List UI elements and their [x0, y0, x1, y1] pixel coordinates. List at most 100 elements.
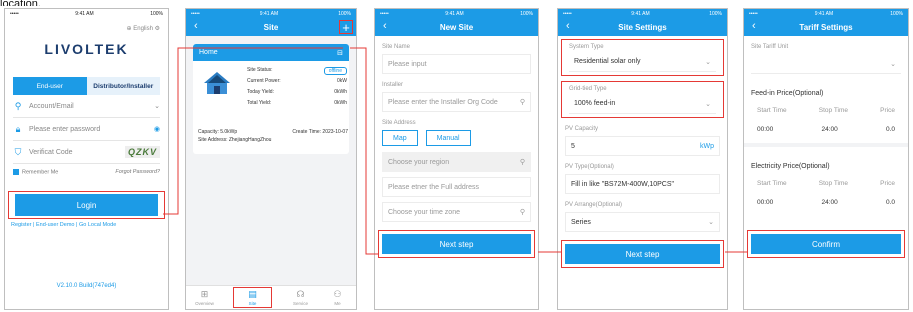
selected-value: Residential solar only: [574, 58, 641, 65]
col-start: Start Time: [757, 107, 787, 114]
password-field[interactable]: 🔒︎ Please enter password ◉: [13, 118, 160, 141]
site-settings-nav-bar: ‹ Site Settings: [558, 19, 727, 36]
message-icon[interactable]: ⊟: [337, 49, 343, 57]
search-icon[interactable]: ⚲: [520, 158, 525, 166]
status-time: 9:41 AM: [259, 11, 279, 17]
status-badge: offline: [323, 67, 347, 75]
address-mode-buttons: Map Manual: [382, 130, 531, 146]
pv-type-input[interactable]: Fill in like "BS72M-400W,10PCS": [565, 174, 720, 194]
region-input[interactable]: Choose your region ⚲: [382, 152, 531, 172]
back-icon[interactable]: ‹: [383, 20, 387, 32]
account-field[interactable]: ⚲ Account/Email ⌄: [13, 95, 160, 118]
tab-service[interactable]: ☊ Service: [282, 286, 319, 309]
site-card-body: Site Status: offline Current Power: 0kW To…: [193, 61, 349, 154]
login-button[interactable]: Login: [15, 194, 158, 217]
status-bar: ••••• 9:41 AM 100%: [375, 9, 538, 19]
col-price: Price: [880, 107, 895, 114]
chevron-down-icon[interactable]: ⌄: [705, 58, 711, 66]
create-time-text: Create Time: 2023-10-07: [292, 129, 348, 135]
col-start: Start Time: [757, 180, 787, 187]
remember-me-checkbox[interactable]: Remember Me: [13, 169, 58, 175]
tab-overview[interactable]: ⊞ Overview: [186, 286, 223, 309]
search-icon[interactable]: ⚲: [520, 98, 525, 106]
feed-in-title: Feed-in Price(Optional): [751, 90, 824, 97]
col-price: Price: [880, 180, 895, 187]
user-icon: ⚲: [14, 100, 22, 111]
start-time[interactable]: 00:00: [757, 126, 773, 133]
bottom-tab-bar: ⊞ Overview ▤ Site ☊ Service ⚇ Me: [186, 285, 356, 309]
today-value: 0kWh: [334, 89, 347, 95]
total-row: Total Yield: 0kWh: [247, 100, 347, 106]
captcha-field[interactable]: ⛉ Verificat Code QZKV: [13, 141, 160, 164]
page-title: New Site: [439, 23, 474, 32]
back-icon[interactable]: ‹: [566, 20, 570, 32]
start-time[interactable]: 00:00: [757, 199, 773, 206]
battery-icon: 100%: [709, 11, 722, 17]
installer-input[interactable]: Please enter the Installer Org Code ⚲: [382, 92, 531, 112]
system-type-label: System Type: [569, 44, 604, 50]
next-step-button[interactable]: Next step: [565, 244, 720, 264]
col-stop: Stop Time: [818, 107, 849, 114]
login-highlight-box: Login: [8, 191, 165, 220]
placeholder: Fill in like "BS72M-400W,10PCS": [571, 180, 675, 188]
timezone-input[interactable]: Choose your time zone ⚲: [382, 202, 531, 222]
eye-icon[interactable]: ◉: [154, 125, 160, 133]
language-selector[interactable]: ⊕ English ⚙: [5, 19, 168, 32]
map-button[interactable]: Map: [382, 130, 418, 146]
manual-button[interactable]: Manual: [425, 130, 471, 146]
language-label: English: [133, 26, 153, 32]
captcha-image[interactable]: QZKV: [124, 146, 160, 158]
col-stop: Stop Time: [818, 180, 849, 187]
tariff-nav-bar: ‹ Tariff Settings: [744, 19, 908, 36]
signal-icon: •••••: [749, 11, 758, 17]
feed-in-header: Start Time Stop Time Price: [751, 107, 901, 114]
site-name-label: Site Name: [382, 44, 411, 50]
feed-in-row[interactable]: 00:00 24:00 0.0: [751, 126, 901, 133]
placeholder: Choose your region: [388, 158, 450, 166]
tab-label: Service: [292, 301, 308, 306]
chevron-down-icon[interactable]: ⌄: [705, 100, 711, 108]
new-site-screen: ••••• 9:41 AM 100% ‹ New Site Site Name …: [374, 8, 539, 310]
pv-capacity-input[interactable]: 5 kWp: [565, 136, 720, 156]
system-type-select[interactable]: Residential solar only ⌄: [569, 52, 716, 72]
placeholder: Please etner the Full address: [388, 183, 480, 191]
site-card[interactable]: Home ⊟ Site Status: offline Current Power…: [193, 44, 349, 154]
power-value: 0kW: [337, 78, 347, 84]
site-name-input[interactable]: Please input: [382, 54, 531, 74]
full-address-input[interactable]: Please etner the Full address: [382, 177, 531, 197]
tariff-unit-label: Site Tariff Unit: [751, 44, 789, 50]
tab-site[interactable]: ▤ Site: [233, 287, 272, 308]
tab-distributor[interactable]: Distributor/Installer: [86, 77, 160, 95]
electricity-row[interactable]: 00:00 24:00 0.0: [751, 199, 901, 206]
price-value[interactable]: 0.0: [886, 126, 895, 133]
footer-links[interactable]: Register | End-user Demo | Go Local Mode: [11, 222, 162, 228]
status-time: 9:41 AM: [445, 11, 464, 17]
chevron-down-icon[interactable]: ⌄: [890, 60, 896, 68]
back-icon[interactable]: ‹: [752, 20, 756, 32]
forgot-password-link[interactable]: Forgot Password?: [115, 169, 160, 175]
tab-end-user[interactable]: End-user: [13, 77, 87, 95]
grid-icon: ⊞: [200, 289, 209, 299]
add-site-button[interactable]: +: [339, 20, 353, 34]
grid-type-select[interactable]: 100% feed-in ⌄: [569, 94, 716, 114]
capacity-text: Capacity: 5.0kWp: [198, 129, 238, 135]
back-icon[interactable]: ‹: [194, 20, 198, 32]
price-value[interactable]: 0.0: [886, 199, 895, 206]
tariff-unit-select[interactable]: ⌄: [751, 54, 901, 74]
confirm-button[interactable]: Confirm: [751, 234, 901, 254]
tab-me[interactable]: ⚇ Me: [319, 286, 356, 309]
input-value: 5: [571, 142, 575, 150]
stop-time[interactable]: 24:00: [821, 126, 837, 133]
search-icon[interactable]: ⚲: [520, 208, 525, 216]
chevron-down-icon[interactable]: ⌄: [154, 102, 160, 110]
version-label: V2.10.0 Build(747ed4): [56, 283, 117, 289]
site-screen: ••••• 9:41 AM 100% ‹ Site + Home ⊟ Site …: [185, 8, 357, 310]
stop-time[interactable]: 24:00: [821, 199, 837, 206]
pv-arrange-select[interactable]: Series ⌄: [565, 212, 720, 232]
checkbox-icon[interactable]: [13, 169, 19, 175]
settings-icon[interactable]: ⚙: [155, 26, 160, 32]
chevron-down-icon[interactable]: ⌄: [708, 218, 714, 226]
password-placeholder: Please enter password: [29, 125, 101, 133]
next-step-button[interactable]: Next step: [382, 234, 531, 254]
today-label: Today Yield:: [247, 89, 274, 95]
